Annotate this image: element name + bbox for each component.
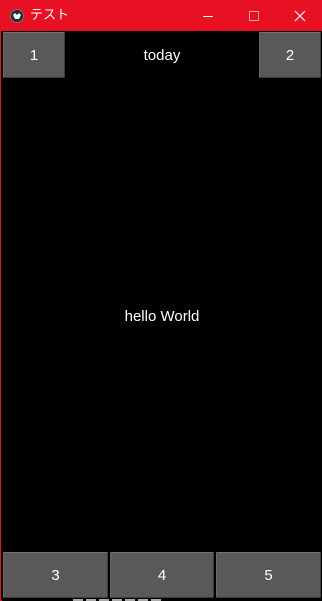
button-4[interactable]: 4 xyxy=(110,552,214,598)
button-5[interactable]: 5 xyxy=(216,552,321,598)
hello-world-label: hello World xyxy=(124,307,200,325)
button-2[interactable]: 2 xyxy=(259,32,321,78)
app-content: 1 today 2 hello World 3 4 5 xyxy=(2,31,322,601)
maximize-icon xyxy=(249,11,259,21)
minimize-button[interactable] xyxy=(185,1,231,31)
close-icon xyxy=(294,10,306,22)
app-window: テスト 1 today 2 hello World 3 4 5 xyxy=(0,0,322,601)
close-button[interactable] xyxy=(277,1,322,31)
minimize-icon xyxy=(203,16,213,17)
app-icon xyxy=(10,9,24,23)
window-title: テスト xyxy=(30,8,70,23)
today-label: today xyxy=(143,46,181,64)
button-3[interactable]: 3 xyxy=(3,552,108,598)
title-bar[interactable]: テスト xyxy=(1,1,322,31)
maximize-button[interactable] xyxy=(231,1,277,31)
button-1[interactable]: 1 xyxy=(3,32,65,78)
